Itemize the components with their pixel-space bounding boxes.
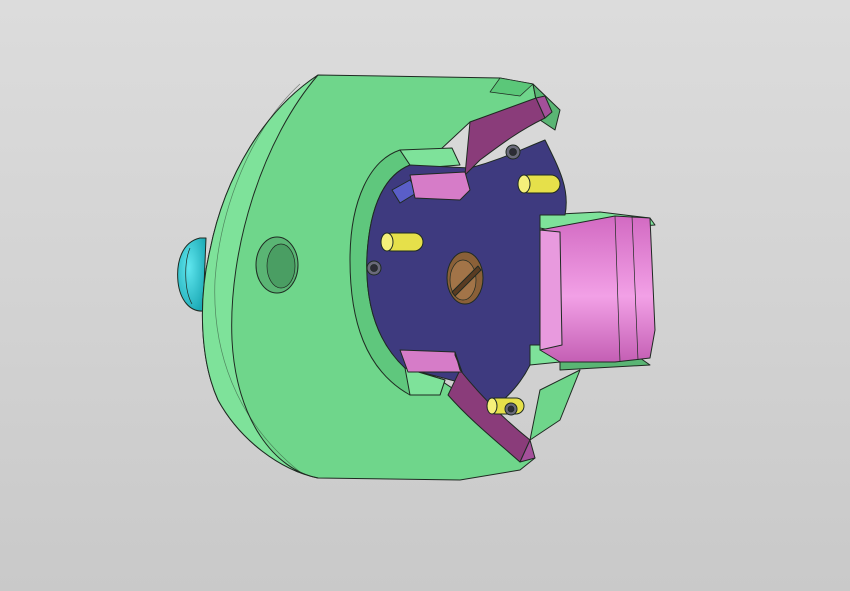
center-screw (446, 251, 484, 305)
shaft (539, 215, 656, 363)
cad-model[interactable] (0, 0, 850, 591)
cad-viewport[interactable] (0, 0, 850, 591)
pin-left (380, 232, 424, 252)
end-knob (177, 237, 207, 312)
pin-top-right (517, 174, 561, 194)
